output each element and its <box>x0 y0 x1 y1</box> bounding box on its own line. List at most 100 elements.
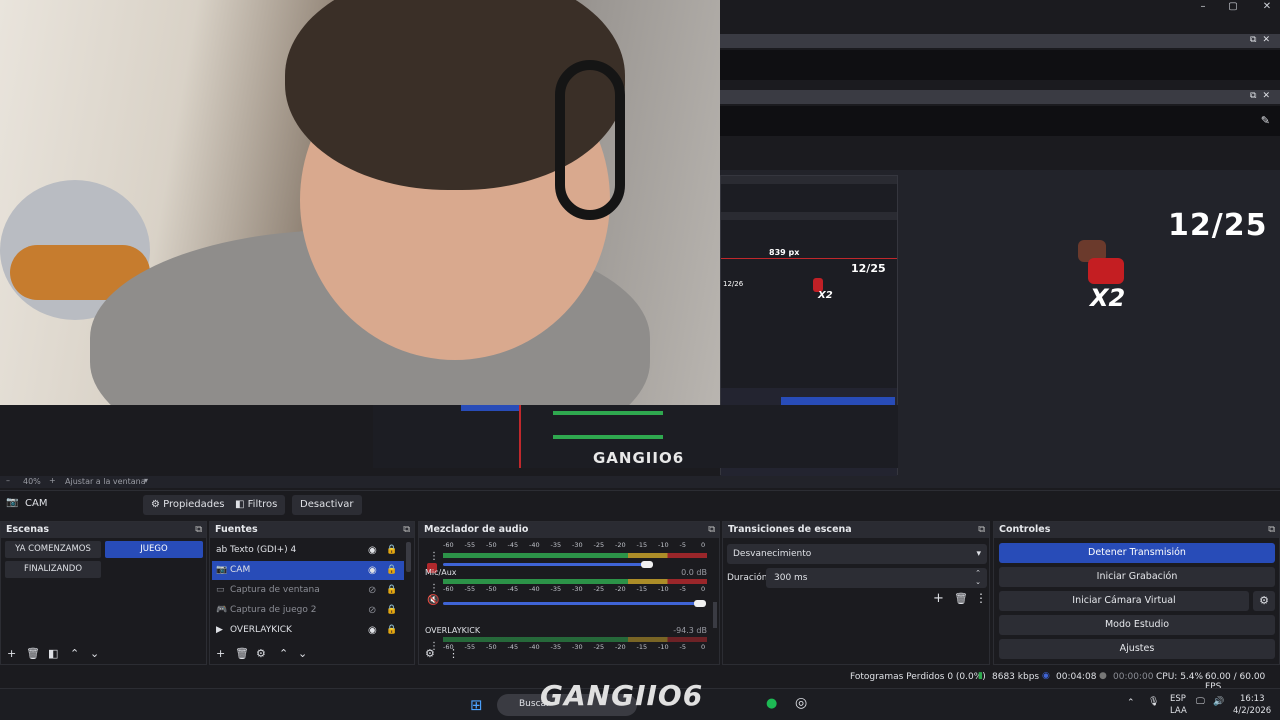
volume-slider[interactable] <box>443 602 701 605</box>
mixer-header: Mezclador de audio ⧉ <box>419 522 719 538</box>
chevron-down-icon[interactable]: ▾ <box>144 476 148 485</box>
channel-menu-icon[interactable]: ⋮ <box>429 583 439 594</box>
controls-header: Controles ⧉ <box>994 522 1279 538</box>
zoom-out-button[interactable]: – <box>6 476 10 485</box>
properties-button[interactable]: ⚙ Propiedades <box>143 495 233 515</box>
scene-item[interactable]: YA COMENZAMOS <box>5 541 101 558</box>
minimize-button[interactable]: – <box>1193 1 1213 13</box>
meter-tick-label: -25 <box>593 643 605 651</box>
stream-time: 00:04:08 <box>1056 672 1097 682</box>
visibility-eye-icon[interactable]: ⊘ <box>368 581 376 600</box>
virtual-camera-settings-gear-icon[interactable]: ⚙ <box>1253 591 1275 611</box>
meter-tick-label: -25 <box>593 541 605 549</box>
scrollbar[interactable] <box>713 602 717 628</box>
move-up-icon[interactable]: ⌃ <box>70 647 79 660</box>
dock-float-close-icons[interactable]: ⧉✕ <box>1250 35 1276 45</box>
clock-date[interactable]: 4/2/2026 <box>1233 706 1271 716</box>
stepper-icon: ⌃ ⌄ <box>975 569 981 586</box>
control-button[interactable]: Modo Estudio <box>999 615 1275 635</box>
popout-icon[interactable]: ⧉ <box>1268 522 1275 538</box>
trash-icon[interactable]: 🗑 <box>26 647 40 660</box>
spotify-icon[interactable]: ● <box>766 696 777 711</box>
windows-start-icon[interactable]: ⊞ <box>470 696 483 714</box>
lock-icon[interactable]: 🔒 <box>386 561 397 580</box>
lock-icon[interactable]: 🔒 <box>386 581 397 600</box>
cpu-usage: CPU: 5.4% <box>1156 672 1204 682</box>
menu-dots-icon[interactable]: ⋮ <box>975 591 987 605</box>
meter-tick-label: -5 <box>679 585 686 593</box>
visibility-eye-icon[interactable]: ◉ <box>368 621 377 640</box>
maximize-button[interactable]: ▢ <box>1223 1 1243 13</box>
scene-item[interactable]: JUEGO <box>105 541 203 558</box>
lock-icon[interactable]: 🔒 <box>386 621 397 640</box>
language-code[interactable]: ESP <box>1170 694 1186 704</box>
dock-float-close-icons[interactable]: ⧉✕ <box>1250 91 1276 101</box>
popout-icon[interactable]: ⧉ <box>195 522 202 538</box>
record-icon: ● <box>1099 671 1107 681</box>
add-icon[interactable]: + <box>933 591 944 606</box>
popout-icon[interactable]: ⧉ <box>978 522 985 538</box>
visibility-eye-icon[interactable]: ⊘ <box>368 601 376 620</box>
sources-dock: Fuentes ⧉ ab Texto (GDI+) 4 ◉ 🔒 📷 CAM ◉ 🔒 ▭ Captur… <box>209 521 415 665</box>
trash-icon[interactable]: 🗑 <box>954 592 968 605</box>
visibility-eye-icon[interactable]: ◉ <box>368 541 377 560</box>
add-icon[interactable]: + <box>7 647 16 660</box>
control-button[interactable]: Iniciar Cámara Virtual <box>999 591 1249 611</box>
deactivate-button[interactable]: Desactivar <box>292 495 362 515</box>
menu-dots-icon[interactable]: ⋮ <box>448 647 459 660</box>
language-layout[interactable]: LAA <box>1170 706 1187 716</box>
nested-mixer-capture: GANGIIO6 <box>373 405 898 468</box>
sources-header: Fuentes ⧉ <box>210 522 414 538</box>
source-item[interactable]: ab Texto (GDI+) 4 ◉ 🔒 <box>212 541 404 560</box>
stream-icon: ◉ <box>1042 671 1050 681</box>
obs-icon[interactable]: ◎ <box>795 695 807 711</box>
audio-mixer-dock: Mezclador de audio ⧉ -60 -55 -50 -45 -40 -35 -3… <box>418 521 720 665</box>
clock-time[interactable]: 16:13 <box>1240 694 1265 704</box>
scenes-header: Escenas ⧉ <box>1 522 206 538</box>
transition-select[interactable]: Desvanecimiento ▾ <box>727 544 987 564</box>
source-item[interactable]: ▶ OVERLAYKICK ◉ 🔒 <box>212 621 404 640</box>
filter-icon[interactable]: ◧ <box>48 647 58 660</box>
volume-slider[interactable] <box>443 563 649 566</box>
edit-pencil-icon[interactable]: ✎ <box>1261 114 1270 127</box>
microphone-icon[interactable]: 🎙 <box>1148 697 1159 707</box>
scene-item[interactable]: FINALIZANDO <box>5 561 101 578</box>
mute-speaker-icon[interactable]: 🔇 <box>427 595 439 606</box>
move-down-icon[interactable]: ⌄ <box>90 647 99 660</box>
move-down-icon[interactable]: ⌄ <box>298 647 307 660</box>
add-icon[interactable]: + <box>216 647 225 660</box>
source-label: CAM <box>230 565 251 575</box>
source-item[interactable]: 📷 CAM ◉ 🔒 <box>212 561 404 580</box>
control-button[interactable]: Iniciar Grabación <box>999 567 1275 587</box>
source-type-icon: 📷 <box>216 565 228 575</box>
trash-icon[interactable]: 🗑 <box>235 647 249 660</box>
control-button[interactable]: Detener Transmisión <box>999 543 1275 563</box>
advanced-audio-icon[interactable]: ⚙ <box>425 647 435 660</box>
popout-icon[interactable]: ⧉ <box>403 522 410 538</box>
lock-icon[interactable]: 🔒 <box>386 541 397 560</box>
volume-slider-knob[interactable] <box>641 561 653 568</box>
meter-tick-label: -10 <box>658 585 669 593</box>
zoom-in-button[interactable]: + <box>49 476 56 485</box>
filters-button[interactable]: ◧ Filtros <box>227 495 286 515</box>
move-up-icon[interactable]: ⌃ <box>279 647 288 660</box>
scrollbar[interactable] <box>406 542 411 572</box>
lock-icon[interactable]: 🔒 <box>386 601 397 620</box>
source-item[interactable]: ▭ Captura de ventana ⊘ 🔒 <box>212 581 404 600</box>
network-icon[interactable]: 🖵 <box>1196 697 1205 707</box>
source-item[interactable]: 🎮 Captura de juego 2 ⊘ 🔒 <box>212 601 404 620</box>
meter-tick-label: -15 <box>636 541 648 549</box>
zoom-fit-select[interactable]: Ajustar a la ventana <box>65 477 146 486</box>
source-toolbar: 📷 CAM ⚙ Propiedades ◧ Filtros Desactivar <box>0 490 1280 518</box>
volume-icon[interactable]: 🔊 <box>1213 697 1224 707</box>
popout-icon[interactable]: ⧉ <box>708 522 715 538</box>
gear-icon[interactable]: ⚙ <box>256 647 266 660</box>
volume-slider-knob[interactable] <box>694 600 706 607</box>
duration-input[interactable]: 300 ms ⌃ ⌄ <box>766 568 987 588</box>
channel-menu-icon[interactable]: ⋮ <box>429 551 439 562</box>
visibility-eye-icon[interactable]: ◉ <box>368 561 377 580</box>
control-button[interactable]: Ajustes <box>999 639 1275 659</box>
close-button[interactable]: ✕ <box>1257 1 1277 13</box>
chevron-up-icon[interactable]: ⌃ <box>1127 698 1135 708</box>
meter-tick-label: -50 <box>486 643 497 651</box>
